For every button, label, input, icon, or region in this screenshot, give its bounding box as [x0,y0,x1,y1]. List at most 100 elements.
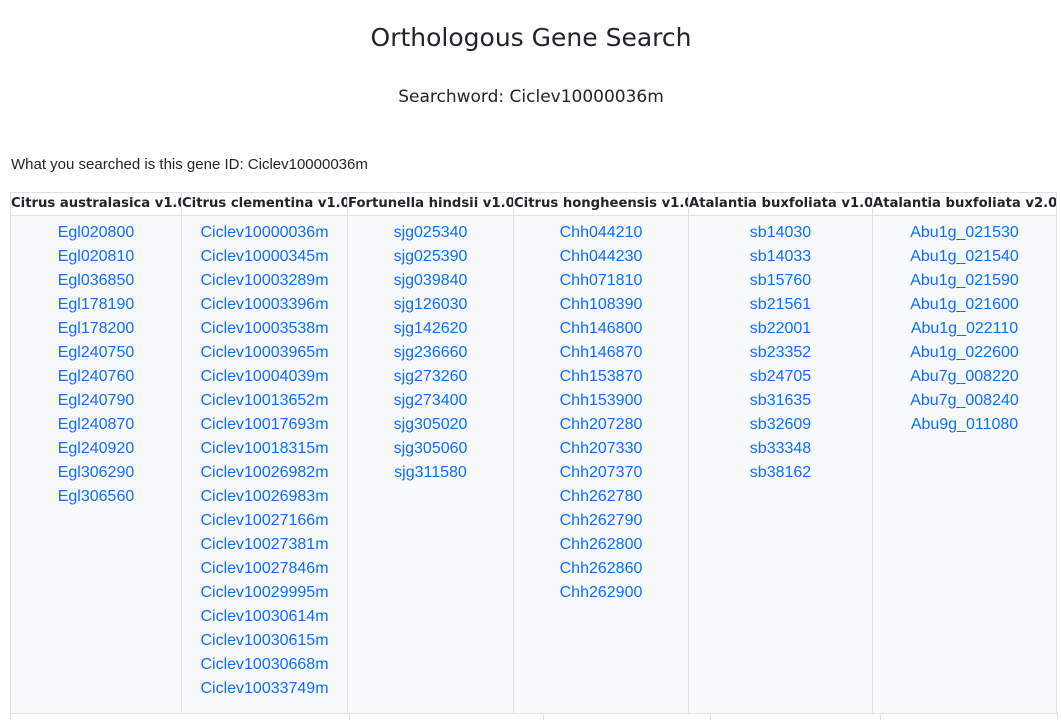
column-header-atalantia-buxfoliata-v2: Atalantia buxfoliata v2.0 [872,192,1057,216]
gene-link[interactable]: Chh146870 [514,341,688,365]
gene-cell-atalantia-buxfoliata-v2: Abu1g_021530 Abu1g_021540 Abu1g_021590 Abu1… [872,215,1057,720]
gene-link[interactable]: sjg273400 [348,389,513,413]
gene-link[interactable]: Egl240870 [11,413,181,437]
gene-link[interactable]: Ciclev10029995m [182,581,347,605]
gene-link[interactable]: Chh071810 [514,269,688,293]
gene-link[interactable]: Abu7g_008220 [873,365,1056,389]
gene-link[interactable]: sjg236660 [348,341,513,365]
gene-link[interactable]: Chh262900 [514,581,688,605]
gene-link[interactable]: Chh044230 [514,245,688,269]
gene-link[interactable]: sjg305060 [348,437,513,461]
column-header-citrus-hongheensis: Citrus hongheensis v1.0 [513,192,689,216]
column-divider [543,714,544,720]
searchword-label: Searchword: Ciclev10000036m [398,87,664,107]
gene-link[interactable]: Abu1g_022600 [873,341,1056,365]
gene-link[interactable]: Ciclev10018315m [182,437,347,461]
gene-link[interactable]: Chh262860 [514,557,688,581]
gene-link[interactable]: Ciclev10000345m [182,245,347,269]
gene-cell-fortunella-hindsii: sjg025340 sjg025390 sjg039840 sjg126030 sjg1… [347,215,514,720]
gene-link[interactable]: Egl306290 [11,461,181,485]
gene-link[interactable]: Abu7g_008240 [873,389,1056,413]
ortholog-table: Citrus australasica v1.0 Citrus clementi… [10,192,1057,720]
gene-link[interactable]: Chh207280 [514,413,688,437]
gene-link[interactable]: Ciclev10000036m [182,221,347,245]
gene-link[interactable]: sjg142620 [348,317,513,341]
gene-link[interactable]: Egl240920 [11,437,181,461]
gene-link[interactable]: sjg039840 [348,269,513,293]
gene-link[interactable]: Abu1g_021600 [873,293,1056,317]
table-header-row: Citrus australasica v1.0 Citrus clementi… [10,192,1057,216]
gene-link[interactable]: Ciclev10027381m [182,533,347,557]
next-table-row-partial [10,713,1058,720]
gene-link[interactable]: sb15760 [689,269,872,293]
gene-link[interactable]: sb24705 [689,365,872,389]
gene-link[interactable]: Abu1g_021540 [873,245,1056,269]
gene-link[interactable]: sb38162 [689,461,872,485]
gene-link[interactable]: Ciclev10030614m [182,605,347,629]
gene-cell-citrus-hongheensis: Chh044210 Chh044230 Chh071810 Chh108390 Chh1… [513,215,689,720]
gene-link[interactable]: sb22001 [689,317,872,341]
gene-link[interactable]: sb21561 [689,293,872,317]
gene-link[interactable]: Egl020800 [11,221,181,245]
gene-link[interactable]: Abu9g_011080 [873,413,1056,437]
gene-link[interactable]: Abu1g_021530 [873,221,1056,245]
column-header-citrus-australasica: Citrus australasica v1.0 [10,192,182,216]
gene-list-row: Egl020800 Egl020810 Egl036850 Egl178190 Egl1… [10,215,1057,720]
gene-link[interactable]: sjg025390 [348,245,513,269]
gene-link[interactable]: Egl020810 [11,245,181,269]
gene-link[interactable]: sjg273260 [348,365,513,389]
gene-link[interactable]: Chh108390 [514,293,688,317]
gene-cell-citrus-clementina: Ciclev10000036m Ciclev10000345m Ciclev1000… [181,215,348,720]
gene-link[interactable]: Ciclev10003965m [182,341,347,365]
gene-link[interactable]: Chh262780 [514,485,688,509]
gene-link[interactable]: sjg025340 [348,221,513,245]
gene-link[interactable]: Chh207330 [514,437,688,461]
gene-link[interactable]: sb14030 [689,221,872,245]
gene-link[interactable]: Ciclev10033749m [182,677,347,701]
gene-link[interactable]: Ciclev10030615m [182,629,347,653]
gene-link[interactable]: sb14033 [689,245,872,269]
gene-link[interactable]: Egl178200 [11,317,181,341]
gene-link[interactable]: sjg126030 [348,293,513,317]
gene-link[interactable]: Chh153870 [514,365,688,389]
gene-link[interactable]: Egl240790 [11,389,181,413]
gene-link[interactable]: Ciclev10026983m [182,485,347,509]
column-divider [880,714,881,720]
gene-link[interactable]: Chh207370 [514,461,688,485]
gene-link[interactable]: Ciclev10027846m [182,557,347,581]
gene-link[interactable]: sb33348 [689,437,872,461]
gene-link[interactable]: Chh262790 [514,509,688,533]
gene-link[interactable]: Ciclev10003396m [182,293,347,317]
column-divider [349,714,350,720]
column-divider [710,714,711,720]
gene-link[interactable]: Abu1g_022110 [873,317,1056,341]
gene-link[interactable]: sb31635 [689,389,872,413]
gene-link[interactable]: Egl306560 [11,485,181,509]
gene-link[interactable]: Ciclev10026982m [182,461,347,485]
gene-link[interactable]: sjg305020 [348,413,513,437]
gene-link[interactable]: Ciclev10030668m [182,653,347,677]
gene-link[interactable]: Ciclev10027166m [182,509,347,533]
gene-link[interactable]: Egl240760 [11,365,181,389]
gene-link[interactable]: Egl240750 [11,341,181,365]
gene-link[interactable]: Egl036850 [11,269,181,293]
gene-link[interactable]: sb23352 [689,341,872,365]
page-title: Orthologous Gene Search [370,22,692,52]
gene-link[interactable]: Chh153900 [514,389,688,413]
gene-link[interactable]: Ciclev10017693m [182,413,347,437]
gene-cell-citrus-australasica: Egl020800 Egl020810 Egl036850 Egl178190 Egl1… [10,215,182,720]
gene-link[interactable]: Abu1g_021590 [873,269,1056,293]
gene-link[interactable]: Ciclev10004039m [182,365,347,389]
gene-link[interactable]: Ciclev10013652m [182,389,347,413]
gene-link[interactable]: Ciclev10003289m [182,269,347,293]
gene-link[interactable]: Chh044210 [514,221,688,245]
gene-link[interactable]: sb32609 [689,413,872,437]
gene-cell-atalantia-buxfoliata-v1: sb14030 sb14033 sb15760 sb21561 sb22001 sb233… [688,215,873,720]
gene-link[interactable]: Ciclev10003538m [182,317,347,341]
column-header-citrus-clementina: Citrus clementina v1.0 [181,192,348,216]
column-header-fortunella-hindsii: Fortunella hindsii v1.0 [347,192,514,216]
gene-link[interactable]: Chh262800 [514,533,688,557]
gene-link[interactable]: sjg311580 [348,461,513,485]
gene-link[interactable]: Egl178190 [11,293,181,317]
gene-link[interactable]: Chh146800 [514,317,688,341]
